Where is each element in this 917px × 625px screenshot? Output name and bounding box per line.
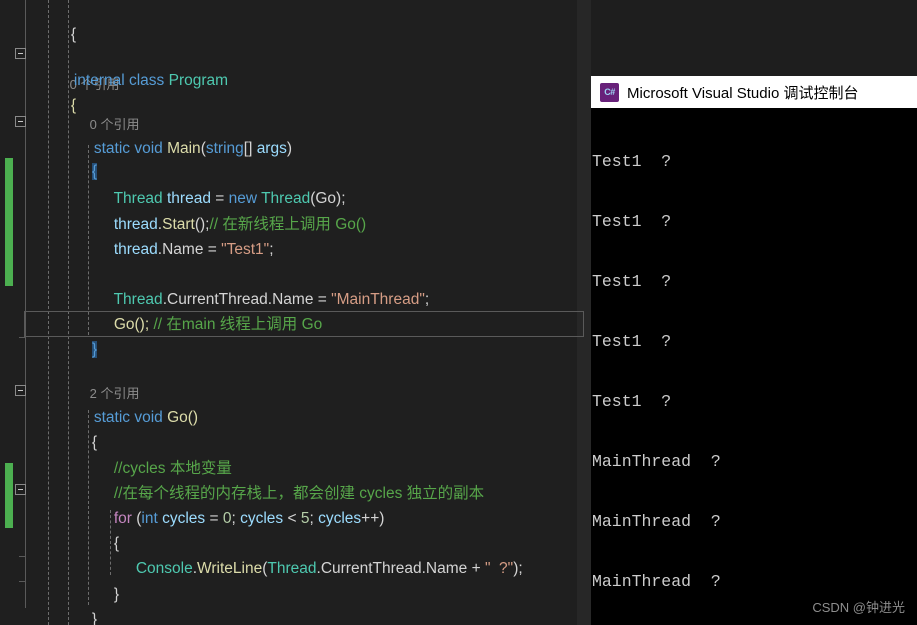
code-line-currentthread-name[interactable]: Thread.CurrentThread.Name = "MainThread"… (88, 261, 430, 308)
csharp-app-icon: C# (600, 82, 619, 102)
token-class-keyword: internal class (73, 72, 169, 89)
code-line-thread-start[interactable]: thread.Start();// 在新线程上调用 Go() (88, 186, 366, 233)
code-line-main-signature[interactable]: static void Main(string[] args) (68, 110, 292, 157)
token-int-keyword: int (141, 510, 158, 527)
screenshot-root: { 0 个引用 internal class Program { 0 个引用 s… (0, 0, 917, 625)
token-prop-currentthread-name: .CurrentThread.Name (316, 560, 472, 577)
console-output-line: Test1 ? (592, 332, 672, 351)
token-semicolon: ; (424, 291, 430, 308)
code-line-main-close-brace[interactable]: } (66, 311, 98, 358)
token-string-question: " ?" (484, 560, 514, 577)
token-call-go: Go(); (113, 316, 150, 333)
code-line-comment-cycles[interactable]: //cycles 本地变量 (88, 430, 232, 477)
token-call-end: ); (513, 560, 523, 577)
token-brace: { (70, 26, 77, 43)
token-var-thread: thread (113, 241, 158, 258)
code-line-class-close-brace[interactable]: } (45, 606, 76, 625)
token-var-cycles: cycles (318, 510, 362, 527)
token-brace-selected: } (91, 341, 98, 358)
code-line-open-brace-ns[interactable]: { (45, 0, 76, 43)
console-title-bar[interactable]: C# Microsoft Visual Studio 调试控制台 (591, 76, 917, 108)
code-line-go-open-brace[interactable]: { (66, 404, 97, 451)
console-output-line: Test1 ? (592, 272, 672, 291)
console-output[interactable]: Test1 ? Test1 ? Test1 ? Test1 ? Test1 ? … (591, 108, 917, 625)
code-line-console-writeline[interactable]: Console.WriteLine(Thread.CurrentThread.N… (110, 530, 523, 577)
token-plus: + (471, 560, 485, 577)
csharp-icon-label: C# (604, 87, 615, 97)
token-semicolon: ; (231, 510, 241, 527)
token-brace: } (91, 611, 98, 625)
token-increment: ++) (361, 510, 385, 527)
code-line-go-close-brace[interactable]: } (66, 581, 97, 625)
token-paren-close: ) (286, 140, 293, 157)
token-param-brackets: [] (243, 140, 257, 157)
code-line-main-open-brace[interactable]: { (66, 133, 98, 180)
token-main-name: Main (167, 140, 201, 157)
console-output-line: Test1 ? (592, 392, 672, 411)
token-var-cycles: cycles (157, 510, 210, 527)
console-output-line: MainThread ? (592, 572, 721, 591)
token-prop-name: .Name (157, 241, 208, 258)
code-line-thread-name[interactable]: thread.Name = "Test1"; (88, 211, 274, 258)
token-comment: // 在main 线程上调用 Go (149, 316, 323, 333)
code-line-thread-decl[interactable]: Thread thread = new Thread(Go); (88, 160, 346, 207)
code-line-comment-stack[interactable]: //在每个线程的内存栈上，都会创建 cycles 独立的副本 (88, 455, 484, 502)
change-bar-modified-2 (5, 463, 13, 528)
watermark: CSDN @钟进光 (812, 600, 905, 615)
token-string-test1: "Test1" (221, 241, 270, 258)
token-param-type: string (205, 140, 244, 157)
console-output-line: Test1 ? (592, 152, 672, 171)
console-output-line: MainThread ? (592, 512, 721, 531)
token-go-name: Go() (167, 409, 199, 426)
code-line-for-close-brace[interactable]: } (88, 556, 119, 603)
code-line-go-signature[interactable]: static void Go() (68, 379, 198, 426)
outline-guide-foot-go (19, 581, 26, 582)
collapse-toggle-class[interactable] (15, 48, 26, 59)
outline-guide-foot-for (19, 556, 26, 557)
console-output-line: Test1 ? (592, 212, 672, 231)
token-class-name: Program (168, 72, 229, 89)
collapse-toggle-main[interactable] (15, 116, 26, 127)
token-method-writeline: WriteLine (197, 560, 263, 577)
token-string-mainthread: "MainThread" (331, 291, 425, 308)
console-output-line: MainThread ? (592, 452, 721, 471)
token-type-thread: Thread (267, 560, 317, 577)
code-line-for-loop[interactable]: for (int cycles = 0; cycles < 5; cycles+… (88, 480, 385, 527)
collapse-toggle-go[interactable] (15, 385, 26, 396)
console-title-text: Microsoft Visual Studio 调试控制台 (627, 84, 859, 102)
code-line-class-decl[interactable]: internal class Program (48, 42, 228, 89)
token-assign: = (209, 510, 223, 527)
change-bar-modified-1 (5, 158, 13, 286)
token-static-void: static void (93, 409, 168, 426)
outline-guide-foot-main (19, 337, 26, 338)
token-type-console: Console (135, 560, 193, 577)
code-editor[interactable]: { 0 个引用 internal class Program { 0 个引用 s… (0, 0, 591, 625)
token-assign: = (207, 241, 222, 258)
token-brace: } (113, 586, 120, 603)
token-less-than: < (287, 510, 301, 527)
debug-console-window[interactable]: C# Microsoft Visual Studio 调试控制台 Test1 ?… (591, 76, 917, 625)
token-param-name: args (256, 140, 287, 157)
token-var-cycles: cycles (240, 510, 288, 527)
token-semicolon: ; (269, 241, 274, 258)
collapse-toggle-for[interactable] (15, 484, 26, 495)
token-static-void: static void (93, 140, 168, 157)
code-line-go-call[interactable]: Go(); // 在main 线程上调用 Go (88, 286, 322, 333)
code-line-for-open-brace[interactable]: { (88, 505, 119, 552)
token-semicolon: ; (309, 510, 319, 527)
